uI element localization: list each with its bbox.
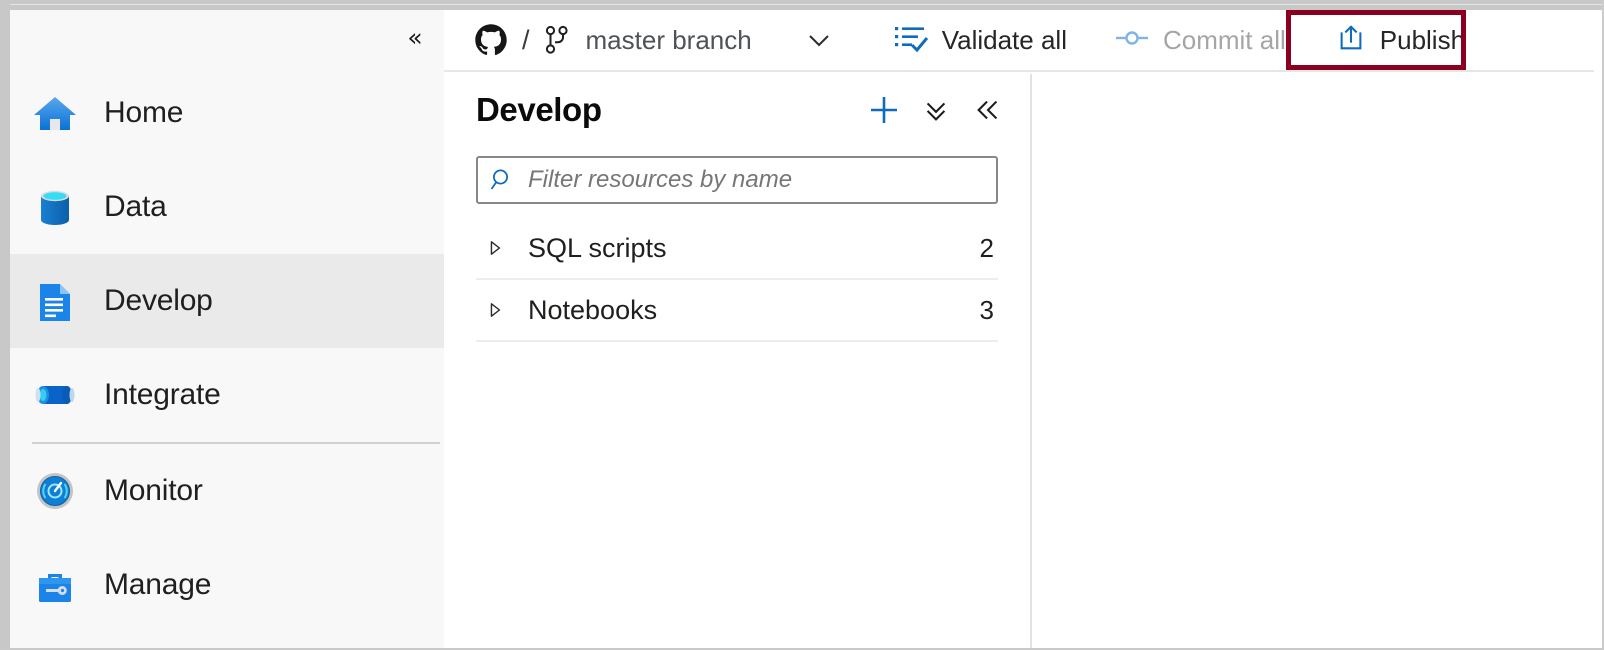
sidebar-item-manage[interactable]: Manage [10,538,444,632]
chevron-down-icon [808,35,829,47]
window-frame-left [0,0,10,650]
document-icon [32,278,78,324]
breadcrumb-separator: / [522,24,530,55]
top-command-bar: / master branch Validate all Commit all … [444,10,1594,72]
filter-resources-field[interactable] [476,156,998,204]
pipeline-icon [32,372,78,418]
gauge-icon [32,468,78,514]
chevron-double-left-icon [977,100,998,120]
tree-row-sql-scripts[interactable]: SQL scripts 2 [476,218,998,280]
empty-canvas-area [1034,74,1594,648]
sidebar-item-monitor[interactable]: Monitor [10,444,444,538]
sidebar-item-label: Manage [104,568,212,601]
tree-row-notebooks[interactable]: Notebooks 3 [476,280,998,342]
sidebar-item-integrate[interactable]: Integrate [10,348,444,442]
application-window: « Home Data Develop Integrate Monitor Ma… [0,0,1604,650]
chevron-double-left-icon: « [407,22,423,52]
collapse-panel-button[interactable] [970,92,1006,128]
sidebar-item-label: Data [104,190,167,223]
github-icon[interactable] [474,23,508,57]
tree-item-label: SQL scripts [528,232,667,263]
validate-all-label: Validate all [941,24,1067,55]
panel-header: Develop [444,74,1030,146]
sidebar-item-label: Monitor [104,474,203,507]
sidebar-item-label: Home [104,96,184,129]
database-icon [32,184,78,230]
page-title: Develop [476,91,602,128]
chevron-double-down-icon [926,102,946,121]
branch-dropdown-button[interactable] [802,23,836,57]
search-input[interactable] [526,165,996,195]
resource-tree: SQL scripts 2 Notebooks 3 [444,218,1030,342]
expand-caret-icon[interactable] [484,302,506,318]
commit-all-label: Commit all [1162,24,1286,55]
publish-upload-icon [1336,23,1366,58]
git-branch-icon [544,25,570,55]
sidebar-item-data[interactable]: Data [10,160,444,254]
commit-all-button[interactable]: Commit all [1101,13,1300,67]
sidebar-item-develop[interactable]: Develop [10,254,444,348]
home-icon [32,90,78,136]
left-navigation-rail: « Home Data Develop Integrate Monitor Ma… [10,10,444,648]
sidebar-item-home[interactable]: Home [10,66,444,160]
tree-item-label: Notebooks [528,294,658,325]
branch-name-label: master branch [585,24,752,55]
panel-actions-menu-button[interactable] [918,92,954,128]
expand-caret-icon[interactable] [484,240,506,256]
tree-item-count: 3 [979,294,994,325]
window-frame-top [0,0,1604,10]
toolbox-icon [32,562,78,608]
validate-all-button[interactable]: Validate all [880,13,1081,67]
search-icon [490,167,516,193]
sidebar-item-label: Integrate [104,378,221,411]
nav-collapse-button[interactable]: « [398,20,432,54]
panel-action-group [866,92,1006,128]
publish-button[interactable]: Publish [1320,13,1485,67]
develop-resource-panel: Develop Filter resources by name SQL scr… [444,74,1032,648]
sidebar-item-label: Develop [104,284,213,317]
checklist-icon [894,23,928,58]
nav-collapse-row: « [10,10,444,66]
add-new-resource-button[interactable] [866,92,902,128]
tree-item-count: 2 [979,232,994,263]
commit-icon [1115,28,1149,53]
plus-icon [871,97,897,123]
publish-label: Publish [1379,24,1466,55]
